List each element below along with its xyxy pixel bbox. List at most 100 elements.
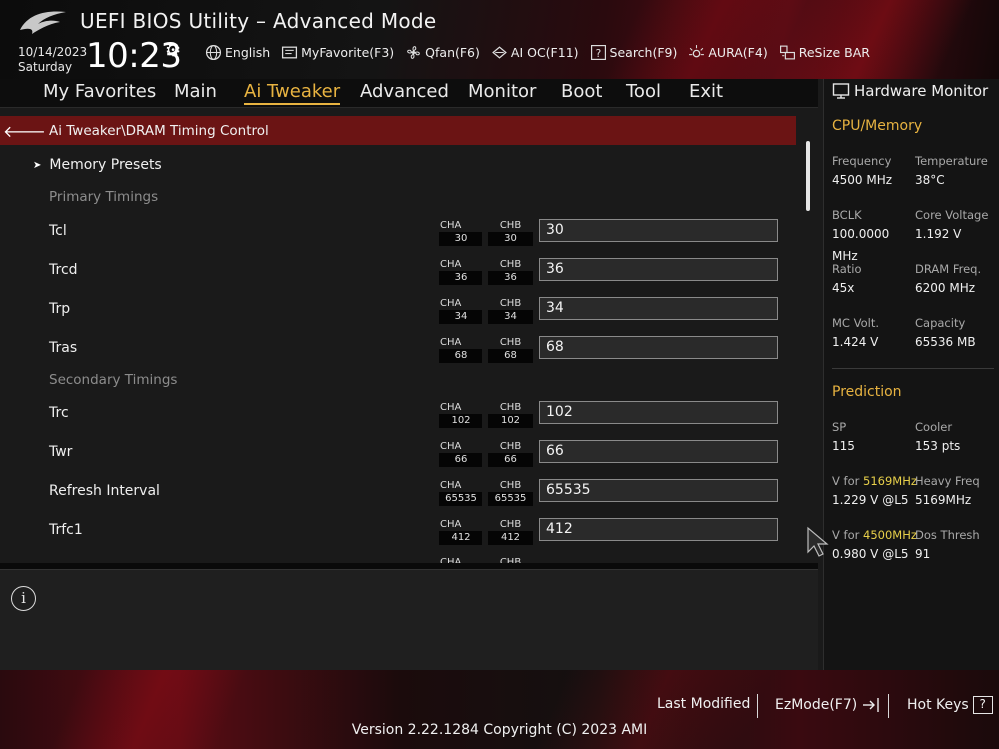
hw-value: 5169MHz: [915, 493, 972, 507]
footer-bar: Last Modified EzMode(F7) Hot Keys ? Vers…: [0, 670, 999, 749]
tcl-input[interactable]: 30: [539, 219, 778, 242]
aura-button[interactable]: AURA(F4): [688, 44, 768, 61]
cha-indicator: CHA 102: [439, 401, 484, 428]
chb-label: CHB: [499, 220, 522, 231]
chb-label: CHB: [499, 337, 522, 348]
settings-gear-icon[interactable]: ⚙: [165, 40, 181, 61]
language-label: English: [225, 45, 271, 60]
trcd-input[interactable]: 36: [539, 258, 778, 281]
cha-label: CHA: [440, 557, 462, 563]
timing-row-twr: Twr CHA 66 CHB 66 66: [0, 440, 796, 479]
timing-label: Twr: [49, 444, 73, 460]
chb-label: CHB: [499, 402, 522, 413]
cha-indicator: CHA 68: [439, 336, 484, 363]
resize-bar-button[interactable]: ReSize BAR: [779, 44, 870, 61]
hw-heavy-freq: Heavy Freq 5169MHz: [915, 473, 999, 511]
timing-list: ➤ Memory Presets Primary Timings Tcl CHA…: [0, 145, 818, 563]
chb-indicator: CHB 412: [488, 518, 533, 545]
trc-input[interactable]: 102: [539, 401, 778, 424]
cha-label: CHA: [440, 259, 462, 270]
hw-key: SP: [832, 420, 847, 434]
chb-label: CHB: [499, 298, 522, 309]
tab-exit[interactable]: Exit: [689, 81, 723, 102]
chb-indicator: CHB 66: [488, 440, 533, 467]
primary-timings-header: Primary Timings: [49, 189, 159, 205]
cha-value: 68: [439, 349, 482, 363]
tab-tool[interactable]: Tool: [626, 81, 661, 102]
cha-value: 66: [439, 453, 482, 467]
refresh-interval-input[interactable]: 65535: [539, 479, 778, 502]
hw-key: Cooler: [915, 420, 953, 434]
cha-value: 102: [439, 414, 482, 428]
hw-value: 1.424 V: [832, 335, 879, 349]
tab-advanced[interactable]: Advanced: [360, 81, 449, 102]
cha-indicator: CHA 34: [439, 297, 484, 324]
tab-main[interactable]: Main: [174, 81, 217, 102]
toolbar: English MyFavorite(F3) Qfan(F6) AI OC(F1…: [205, 44, 870, 61]
hw-key: V for 4500MHz: [832, 527, 917, 543]
help-question-icon: ?: [972, 696, 993, 714]
tras-input[interactable]: 68: [539, 336, 778, 359]
hw-v-for-dos: V for 4500MHz 0.980 V @L5: [832, 527, 917, 565]
trp-input[interactable]: 34: [539, 297, 778, 320]
chb-value: 66: [488, 453, 533, 467]
tab-boot[interactable]: Boot: [561, 81, 602, 102]
chb-indicator: CHB 36: [488, 258, 533, 285]
last-modified-button[interactable]: Last Modified: [657, 696, 750, 712]
chb-indicator: CHB 65535: [488, 479, 533, 506]
hw-value: 65536 MB: [915, 335, 976, 349]
cha-indicator: CHA 412: [439, 518, 484, 545]
ai-oc-icon: [492, 46, 507, 59]
myfavorite-button[interactable]: MyFavorite(F3): [281, 44, 394, 61]
search-button[interactable]: ? Search(F9): [590, 44, 677, 61]
info-icon: i: [11, 586, 36, 611]
timing-label: Trfc1: [49, 522, 83, 538]
ezmode-label: EzMode(F7): [775, 697, 858, 713]
qfan-button[interactable]: Qfan(F6): [405, 44, 480, 61]
language-button[interactable]: English: [205, 44, 270, 61]
timing-label: Tcl: [49, 223, 67, 239]
twr-input[interactable]: 66: [539, 440, 778, 463]
cha-label: CHA: [440, 298, 462, 309]
hw-frequency: Frequency 4500 MHz: [832, 153, 917, 191]
ezmode-button[interactable]: EzMode(F7): [775, 696, 881, 714]
memory-presets-label: Memory Presets: [49, 157, 162, 173]
cha-value: 34: [439, 310, 482, 324]
rog-logo-icon: [20, 11, 66, 34]
day-text: Saturday: [18, 60, 73, 74]
hw-value: 91: [915, 547, 931, 561]
chb-indicator: CHB 68: [488, 336, 533, 363]
mouse-cursor-icon: [807, 526, 829, 557]
help-panel: i: [0, 569, 818, 670]
timing-label: Trcd: [49, 262, 78, 278]
hw-dos-thresh: Dos Thresh 91: [915, 527, 999, 565]
hw-bclk: BCLK 100.0000 MHz: [832, 207, 917, 267]
memory-presets-item[interactable]: ➤ Memory Presets: [33, 157, 162, 173]
hardware-monitor-title: Hardware Monitor: [832, 82, 988, 100]
tab-my-favorites[interactable]: My Favorites: [43, 81, 156, 102]
hw-mc-volt: MC Volt. 1.424 V: [832, 315, 917, 353]
favorite-icon: [282, 46, 298, 59]
chb-value: 68: [488, 349, 533, 363]
tab-ai-tweaker[interactable]: Ai Tweaker: [244, 81, 341, 105]
chevron-right-icon: ➤: [33, 159, 42, 171]
hot-keys-button[interactable]: Hot Keys ?: [907, 696, 993, 714]
timing-row-trc: Trc CHA 102 CHB 102 102: [0, 401, 796, 440]
tab-monitor[interactable]: Monitor: [468, 81, 536, 102]
hardware-monitor-panel: Hardware Monitor CPU/Memory Frequency 450…: [823, 79, 999, 670]
timing-row-trp: Trp CHA 34 CHB 34 34: [0, 297, 796, 336]
ai-oc-button[interactable]: AI OC(F11): [491, 44, 579, 61]
chb-value: 65535: [488, 492, 533, 506]
svg-text:?: ?: [595, 47, 601, 60]
hw-key: Heavy Freq: [915, 474, 980, 488]
cha-value: 65535: [439, 492, 482, 506]
back-arrow-icon[interactable]: 🡐: [0, 121, 49, 141]
trfc1-input[interactable]: 412: [539, 518, 778, 541]
hw-key: Dos Thresh: [915, 528, 980, 542]
date-display: 10/14/2023 Saturday: [18, 45, 87, 75]
breadcrumb: 🡐 Ai Tweaker\DRAM Timing Control: [0, 116, 796, 145]
version-text: Version 2.22.1284 Copyright (C) 2023 AMI: [351, 722, 648, 738]
header-bar: UEFI BIOS Utility – Advanced Mode 10/14/…: [0, 0, 999, 79]
hw-key-freq: 5169MHz: [863, 474, 917, 488]
hw-key: DRAM Freq.: [915, 262, 982, 276]
